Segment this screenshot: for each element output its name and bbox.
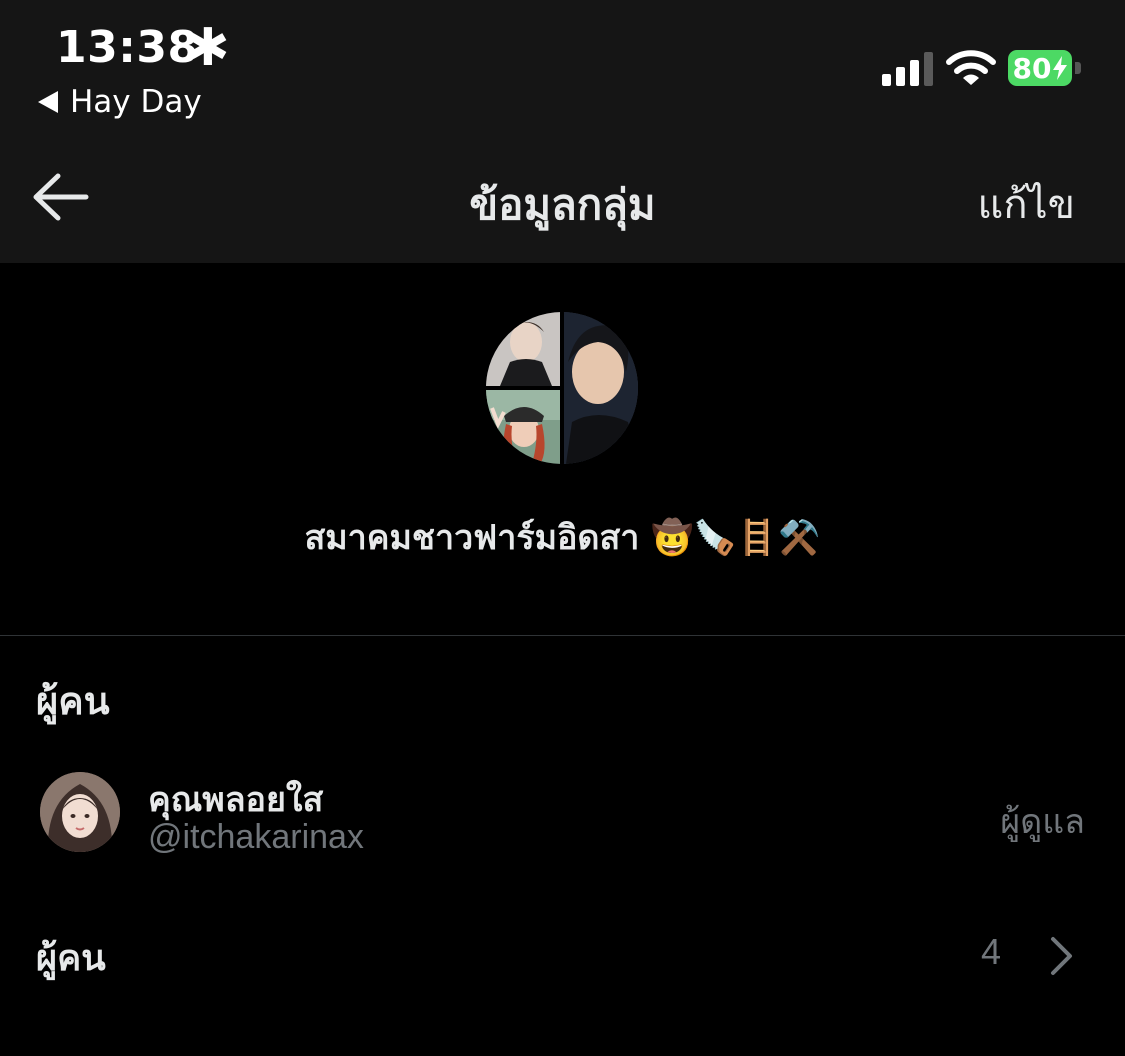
- status-bar: 13:38 ✱ Hay Day 80: [0, 0, 1125, 130]
- people-count: 4: [980, 931, 1001, 972]
- wifi-icon: [946, 50, 996, 85]
- group-avatar-collage: [486, 312, 638, 464]
- charging-bolt-icon: [1053, 56, 1068, 80]
- section-divider: [0, 635, 1125, 636]
- back-app-label: Hay Day: [70, 84, 202, 120]
- edit-button[interactable]: แก้ไข: [978, 172, 1075, 236]
- battery-body: 80: [1008, 50, 1072, 86]
- member-avatar-photo: [40, 772, 120, 852]
- navigation-bar: ข้อมูลกลุ่ม แก้ไข: [0, 130, 1125, 263]
- page-title: ข้อมูลกลุ่ม: [469, 180, 656, 229]
- member-row[interactable]: คุณพลอยใส @itchakarinax ผู้ดูแล: [0, 760, 1125, 870]
- asterisk-icon: ✱: [186, 18, 230, 78]
- status-time: 13:38: [56, 22, 199, 73]
- back-triangle-icon: [38, 91, 58, 113]
- chevron-right-icon: [1051, 937, 1072, 975]
- people-list-row[interactable]: ผู้คน 4: [0, 905, 1125, 1005]
- battery-indicator: 80: [1008, 50, 1084, 86]
- people-section-title: ผู้คน: [36, 679, 110, 723]
- member-role-badge: ผู้ดูแล: [1000, 802, 1085, 842]
- group-name: สมาคมชาวฟาร์มอิดสา 🤠🪚🪜⚒️: [304, 518, 821, 558]
- battery-percent: 80: [1012, 51, 1052, 85]
- member-handle: @itchakarinax: [148, 818, 364, 856]
- cellular-signal-icon: [882, 52, 933, 86]
- avatar[interactable]: [40, 772, 120, 852]
- back-to-app-link[interactable]: Hay Day: [38, 84, 202, 120]
- group-avatar[interactable]: [486, 312, 638, 464]
- battery-cap: [1075, 62, 1081, 74]
- people-row-label: ผู้คน: [36, 938, 106, 979]
